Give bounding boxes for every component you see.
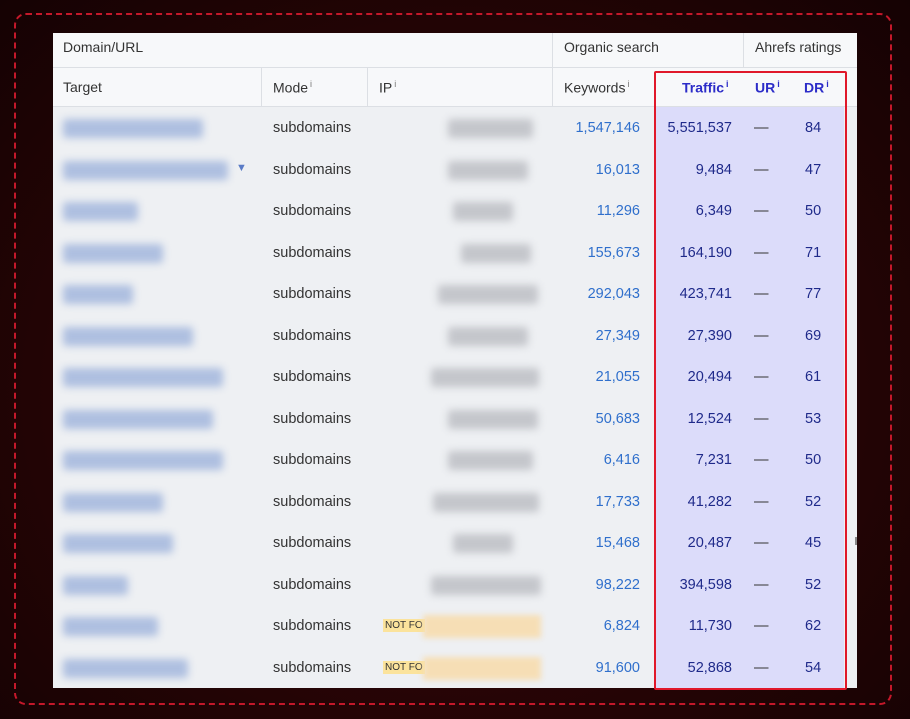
divider [552,33,553,67]
divider [743,33,744,67]
mode-cell: subdomains [273,120,352,136]
group-ahrefs-ratings: Ahrefs ratings [755,39,842,55]
blurred-ip [453,534,513,553]
keywords-cell[interactable]: 91,600 [596,660,640,676]
mode-cell: subdomains [273,618,352,634]
mode-cell: subdomains [273,576,352,593]
divider [552,68,553,106]
blurred-target-url[interactable] [63,617,158,636]
blurred-target-url[interactable] [63,575,128,595]
keywords-cell[interactable]: 292,043 [588,286,640,302]
blurred-ip [433,492,539,512]
keywords-cell[interactable]: 27,349 [596,328,640,344]
mode-cell: subdomains [273,452,352,468]
mode-cell: subdomains [273,327,352,344]
blurred-ip [431,368,539,387]
col-keywords[interactable]: Keywords i [564,79,629,96]
col-ip[interactable]: IP i [379,79,396,96]
keywords-cell[interactable]: 16,013 [596,162,640,178]
keywords-cell[interactable]: 1,547,146 [575,120,640,136]
info-icon[interactable]: i [627,79,629,89]
keywords-cell[interactable]: 15,468 [596,535,640,551]
keywords-cell[interactable]: 6,824 [604,618,640,634]
mode-cell: subdomains [273,286,352,302]
mode-cell: subdomains [273,659,352,676]
group-domain-url: Domain/URL [63,39,144,55]
mode-cell: subdomains [273,244,352,261]
scroll-artifact [855,537,857,545]
keywords-cell[interactable]: 50,683 [596,411,640,427]
blurred-target-url[interactable] [63,326,193,346]
mode-cell: subdomains [273,369,352,385]
group-organic-search: Organic search [564,39,659,55]
blurred-target-url[interactable] [63,368,223,387]
mode-cell: subdomains [273,203,352,219]
blurred-target-url[interactable] [63,534,173,553]
blurred-ip [448,119,533,138]
ip-not-found-badge: NOT FO [383,619,425,632]
col-target[interactable]: Target [63,79,102,95]
blurred-ip [448,326,528,346]
keywords-cell[interactable]: 98,222 [596,577,640,593]
blurred-ip [448,409,538,429]
keywords-cell[interactable]: 6,416 [604,452,640,468]
info-icon[interactable]: i [394,79,396,89]
col-mode[interactable]: Mode i [273,79,312,96]
keywords-cell[interactable]: 21,055 [596,369,640,385]
mode-cell: subdomains [273,535,352,551]
blurred-target-url[interactable] [63,658,188,678]
blurred-target-url[interactable] [63,409,213,429]
keywords-cell[interactable]: 17,733 [596,494,640,510]
mode-cell: subdomains [273,161,352,178]
divider [367,68,368,106]
blurred-target-url[interactable] [63,451,223,470]
highlight-annotation-box [654,71,847,690]
blurred-target-url[interactable] [63,160,228,180]
blurred-ip [453,202,513,221]
blurred-target-url[interactable] [63,202,138,221]
mode-cell: subdomains [273,493,352,510]
divider [261,68,262,106]
blurred-ip [461,243,531,263]
blurred-target-url[interactable] [63,119,203,138]
blurred-target-url[interactable] [63,492,163,512]
blurred-ip [423,656,541,680]
blurred-ip [423,615,541,638]
header-group-row: Domain/URL Organic search Ahrefs ratings [53,33,857,68]
mode-cell: subdomains [273,410,352,427]
blurred-ip [431,575,541,595]
ip-not-found-badge: NOT FO [383,660,425,674]
info-icon[interactable]: i [310,79,312,89]
blurred-target-url[interactable] [63,243,163,263]
blurred-target-url[interactable] [63,285,133,304]
blurred-ip [438,285,538,304]
keywords-cell[interactable]: 11,296 [597,203,640,219]
chevron-down-icon[interactable]: ▼ [236,162,247,174]
keywords-cell[interactable]: 155,673 [588,245,640,261]
blurred-ip [448,451,533,470]
blurred-ip [448,160,528,180]
